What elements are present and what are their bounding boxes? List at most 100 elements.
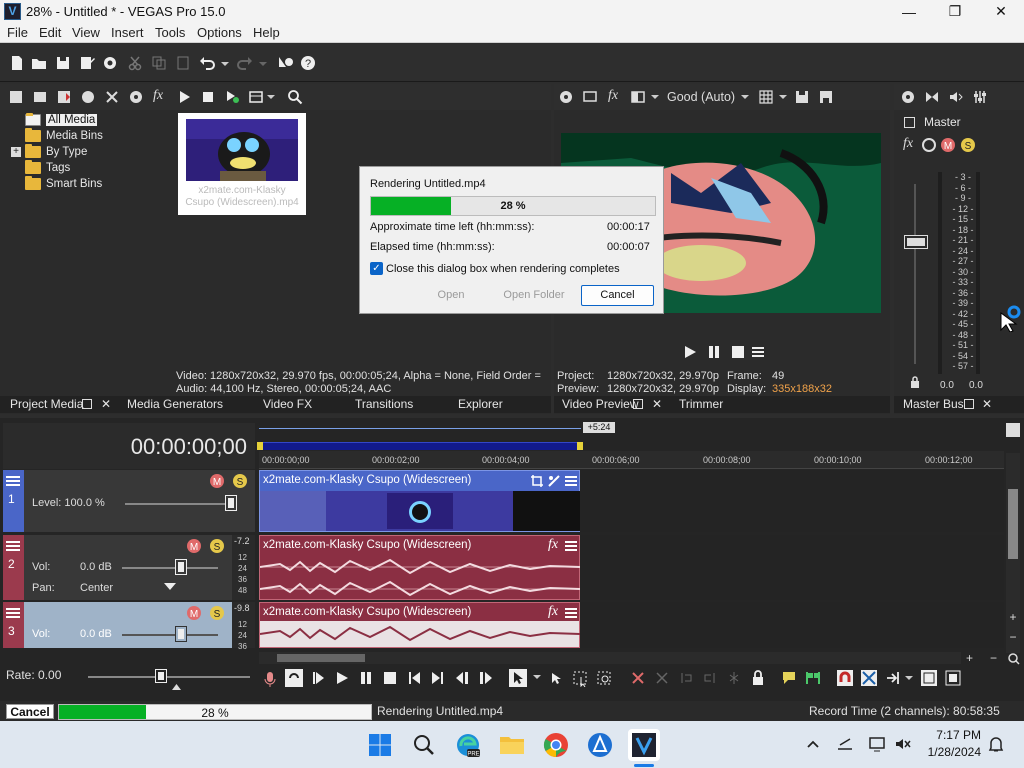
- tab-explorer[interactable]: Explorer: [458, 397, 503, 411]
- trim-start-icon[interactable]: [679, 671, 693, 685]
- zoom-in-vertical-icon[interactable]: +: [1006, 610, 1020, 624]
- new-file-icon[interactable]: [8, 54, 26, 72]
- rate-reset-marker[interactable]: [172, 684, 181, 690]
- zoom-out-horizontal-icon[interactable]: −: [990, 651, 997, 665]
- delete-icon[interactable]: [631, 671, 645, 685]
- menu-help[interactable]: Help: [253, 25, 280, 40]
- loop-end-marker[interactable]: [577, 442, 583, 450]
- lock-icon[interactable]: [910, 376, 920, 388]
- auto-preview-icon[interactable]: [224, 89, 240, 105]
- track-mute-icon[interactable]: M: [186, 538, 202, 554]
- preview-settings-gear-icon[interactable]: [558, 89, 574, 105]
- loop-playback-icon[interactable]: [285, 669, 303, 687]
- normal-edit-tool-icon[interactable]: [509, 669, 527, 687]
- loop-region-bar[interactable]: +5:24: [259, 422, 1004, 436]
- master-fader-thumb[interactable]: [904, 235, 928, 249]
- previous-frame-icon[interactable]: [455, 671, 469, 685]
- whats-this-help-icon[interactable]: [276, 54, 294, 72]
- track-mute-icon[interactable]: M: [186, 605, 202, 621]
- clock-time[interactable]: 7:17 PM: [925, 728, 981, 742]
- stop-icon[interactable]: [383, 671, 397, 685]
- preview-play-icon[interactable]: [682, 344, 698, 360]
- chrome-icon[interactable]: [540, 729, 572, 761]
- network-icon[interactable]: [836, 735, 854, 753]
- overlays-grid-icon[interactable]: [758, 89, 774, 105]
- close-tab-icon[interactable]: ✕: [101, 397, 111, 411]
- audio-track-3-header[interactable]: 3 M S Vol: 0.0 dB -9.8 12 24 36: [3, 602, 255, 651]
- go-to-end-icon[interactable]: [431, 671, 445, 685]
- gear-icon[interactable]: [101, 54, 119, 72]
- play-from-start-icon[interactable]: [311, 671, 325, 685]
- save-icon[interactable]: [54, 54, 72, 72]
- tab-video-fx[interactable]: Video FX: [263, 397, 312, 411]
- views-icon[interactable]: [248, 89, 264, 105]
- remove-media-icon[interactable]: [104, 89, 120, 105]
- copy-icon[interactable]: [150, 54, 168, 72]
- media-thumbnail-card[interactable]: x2mate.com-Klasky Csupo (Widescreen).mp4: [178, 113, 306, 215]
- volume-muted-icon[interactable]: [894, 735, 912, 753]
- video-track-header[interactable]: 1 M S Level: 100.0 %: [3, 470, 255, 532]
- audio-event-fx-icon[interactable]: fx: [548, 537, 558, 553]
- zoom-tool-icon[interactable]: [1008, 653, 1020, 665]
- undo-dropdown-icon[interactable]: [220, 54, 230, 72]
- audio-event-clip-selected[interactable]: x2mate.com-Klasky Csupo (Widescreen) fx: [259, 602, 580, 648]
- notifications-bell-icon[interactable]: [988, 735, 1004, 753]
- search-icon[interactable]: [287, 89, 303, 105]
- time-ruler[interactable]: 00:00:00;00 00:00:02;00 00:00:04;00 00:0…: [259, 451, 1004, 469]
- quality-dropdown-icon[interactable]: [740, 89, 750, 105]
- zoom-out-vertical-icon[interactable]: −: [1006, 630, 1020, 644]
- pan-crop-icon[interactable]: [530, 474, 544, 488]
- tab-media-generators[interactable]: Media Generators: [127, 397, 223, 411]
- start-windows-icon[interactable]: [364, 729, 396, 761]
- loop-region[interactable]: [257, 442, 583, 450]
- ripple-dropdown-icon[interactable]: [905, 674, 913, 682]
- tree-item-all-media[interactable]: All Media: [25, 112, 98, 128]
- video-event-clip[interactable]: x2mate.com-Klasky Csupo (Widescreen): [259, 470, 580, 532]
- auto-ripple-icon[interactable]: [885, 670, 901, 686]
- lock-event-icon[interactable]: [751, 670, 765, 686]
- insert-region-icon[interactable]: [805, 670, 821, 686]
- master-fx-icon[interactable]: fx: [903, 136, 913, 152]
- track-solo-icon[interactable]: S: [209, 605, 225, 621]
- copy-snapshot-icon[interactable]: [794, 89, 810, 105]
- help-icon[interactable]: ?: [299, 54, 317, 72]
- track-solo-icon[interactable]: S: [209, 538, 225, 554]
- trim-icon[interactable]: [655, 671, 669, 685]
- undock-icon[interactable]: [82, 399, 92, 409]
- go-to-start-icon[interactable]: [407, 671, 421, 685]
- save-as-icon[interactable]: [78, 54, 96, 72]
- track-menu-icon[interactable]: [5, 607, 21, 619]
- stop-icon[interactable]: [200, 89, 216, 105]
- zoom-edit-tool-icon[interactable]: [597, 671, 613, 687]
- horizontal-scroll-thumb[interactable]: [277, 654, 365, 662]
- track-menu-icon[interactable]: [5, 475, 21, 487]
- redo-dropdown-icon[interactable]: [258, 54, 268, 72]
- extract-audio-icon[interactable]: [80, 89, 96, 105]
- vol-slider-thumb[interactable]: [175, 559, 187, 575]
- tab-transitions[interactable]: Transitions: [355, 397, 413, 411]
- open-button[interactable]: Open: [416, 285, 486, 306]
- auto-crossfade-icon[interactable]: [861, 670, 877, 686]
- cut-icon[interactable]: [126, 54, 144, 72]
- master-solo-icon[interactable]: S: [960, 137, 976, 153]
- insert-marker-icon[interactable]: [781, 670, 797, 686]
- vegas-taskbar-icon[interactable]: [628, 729, 660, 761]
- track-solo-icon[interactable]: S: [232, 473, 248, 489]
- automation-gear-icon[interactable]: [921, 137, 937, 153]
- preview-stop-icon[interactable]: [730, 344, 746, 360]
- split-screen-icon[interactable]: [630, 89, 646, 105]
- tree-item-by-type[interactable]: By Type: [25, 144, 87, 160]
- preview-device-icon[interactable]: [582, 89, 598, 105]
- event-menu-icon[interactable]: [564, 606, 578, 620]
- clock-date[interactable]: 1/28/2024: [920, 745, 981, 759]
- play-icon[interactable]: [335, 671, 349, 685]
- speaker-icon[interactable]: [948, 89, 964, 105]
- preview-menu-icon[interactable]: [750, 344, 766, 360]
- tab-project-media[interactable]: Project Media: [10, 397, 83, 411]
- app-store-icon[interactable]: [584, 729, 616, 761]
- edit-tool-dropdown-icon[interactable]: [533, 673, 541, 681]
- split-screen-dropdown-icon[interactable]: [650, 89, 660, 105]
- media-fx-icon[interactable]: fx: [153, 88, 163, 104]
- rate-slider-thumb[interactable]: [155, 669, 167, 683]
- mixer-gear-icon[interactable]: [900, 89, 916, 105]
